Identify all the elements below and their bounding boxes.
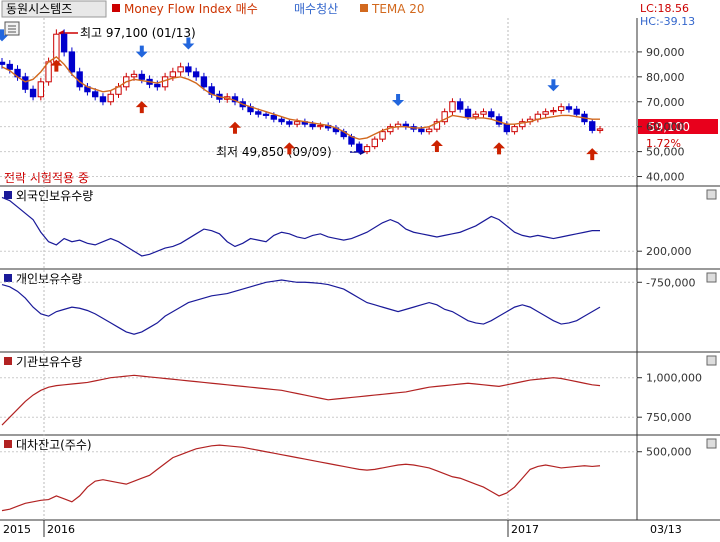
candle-body (464, 108, 472, 118)
candle-body (503, 123, 510, 133)
candle-body (270, 114, 278, 120)
y-axis-tick-label: 60,000 (646, 121, 685, 134)
panel-title-institution[interactable]: 기관보유수량 (16, 355, 82, 369)
candle-body (309, 123, 316, 128)
strategy-label: 전략 시험적용 중 (4, 171, 89, 185)
stock-name: 동원시스템즈 (6, 2, 72, 16)
candle-body (200, 76, 208, 88)
candle-body (107, 93, 114, 103)
candle-body (177, 66, 184, 73)
panel-close-button[interactable] (706, 438, 717, 449)
candle-body (480, 111, 487, 115)
candle-body (542, 111, 549, 115)
y-axis-tick-label: 500,000 (646, 446, 692, 459)
panel-title-individual[interactable]: 개인보유수량 (16, 272, 82, 286)
institution-legend-marker (4, 357, 12, 365)
indicator-2-label[interactable]: 매수청산 (294, 2, 338, 16)
mfi-buy-legend-marker (112, 4, 120, 12)
panel-close-button[interactable] (706, 355, 717, 366)
foreign-legend-marker (4, 191, 12, 199)
candle-body (286, 121, 293, 125)
candle-body (255, 111, 262, 115)
candle-body (550, 109, 557, 113)
tema-legend-marker (360, 4, 368, 12)
candle-body (29, 88, 37, 98)
panel-title-loan[interactable]: 대차잔고(주수) (16, 438, 92, 452)
candle-body (37, 81, 45, 98)
x-axis-label: 03/13 (650, 523, 682, 536)
candle-body (169, 71, 177, 78)
chart-canvas: 동원시스템즈 Money Flow Index 매수 매수청산 TEMA 20 … (0, 0, 720, 542)
candle-body (363, 146, 371, 153)
high-price-label: 최고 97,100 (01/13) (80, 26, 196, 40)
candle-body (130, 73, 138, 78)
y-axis-tick-label: 80,000 (646, 71, 685, 84)
candle-body (60, 33, 68, 53)
candle-body (154, 83, 161, 88)
loan-legend-marker (4, 440, 12, 448)
candle-body (449, 101, 456, 113)
candle-body (278, 118, 285, 123)
y-axis-tick-label: 1,000,000 (646, 372, 702, 385)
individual-legend-marker (4, 274, 12, 282)
candle-body (185, 66, 192, 73)
candle-body (138, 73, 145, 80)
panel-close-button[interactable] (706, 189, 717, 200)
y-axis-tick-label: 40,000 (646, 171, 685, 184)
candle-body (596, 128, 604, 131)
candle-body (565, 106, 573, 110)
candle-body (573, 108, 580, 115)
y-axis-tick-label: -750,000 (646, 276, 695, 289)
y-axis-tick-label: 70,000 (646, 96, 685, 109)
candle-body (293, 121, 301, 125)
x-axis-label: 2017 (511, 523, 539, 536)
candle-body (488, 111, 495, 118)
candle-body (6, 63, 13, 70)
stock-chart-screen: 동원시스템즈 Money Flow Index 매수 매수청산 TEMA 20 … (0, 0, 720, 542)
indicator-1-label[interactable]: Money Flow Index 매수 (124, 2, 258, 16)
x-axis-label: 2016 (47, 523, 75, 536)
chart-background (0, 0, 720, 542)
candle-body (22, 76, 29, 90)
x-axis-label: 2015 (3, 523, 31, 536)
candle-body (317, 124, 324, 128)
candle-body (68, 51, 76, 73)
candle-body (425, 128, 433, 133)
indicator-3-label[interactable]: TEMA 20 (371, 2, 425, 16)
candle-body (511, 126, 518, 133)
candle-body (371, 138, 378, 148)
candle-body (0, 61, 6, 65)
lc-label: LC:18.56 (640, 2, 689, 15)
candle-body (557, 106, 565, 111)
candle-body (418, 128, 425, 133)
y-axis-tick-label: 50,000 (646, 146, 685, 159)
y-axis-tick-label: 750,000 (646, 411, 692, 424)
candle-body (356, 143, 363, 153)
candle-body (99, 96, 107, 103)
panel-title-foreign[interactable]: 외국인보유수량 (16, 189, 93, 203)
candle-body (92, 91, 99, 98)
candle-body (379, 131, 386, 140)
y-axis-tick-label: 200,000 (646, 245, 692, 258)
panel-close-button[interactable] (706, 272, 717, 283)
candle-body (192, 71, 200, 78)
candle-body (262, 113, 270, 116)
candle-body (472, 113, 479, 118)
hc-label: HC:-39.13 (640, 15, 695, 28)
candle-body (457, 101, 464, 110)
candle-body (589, 121, 596, 131)
y-axis-tick-label: 90,000 (646, 46, 685, 59)
